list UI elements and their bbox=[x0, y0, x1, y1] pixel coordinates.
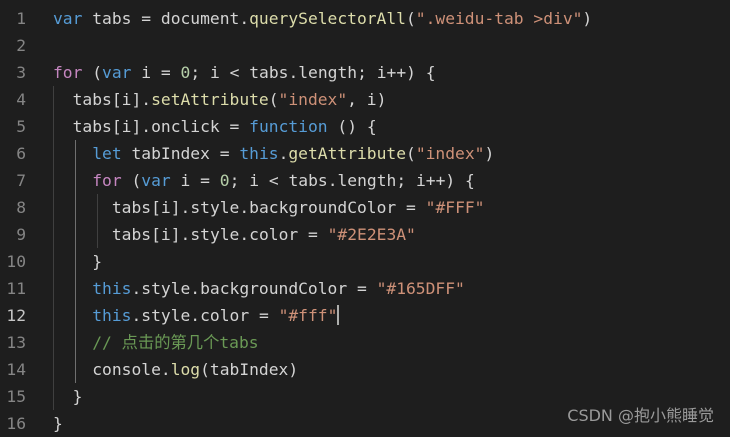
code-line[interactable]: 14 console.log(tabIndex) bbox=[0, 356, 730, 383]
code-text: } bbox=[72, 387, 83, 406]
line-number: 2 bbox=[16, 36, 26, 55]
line-number: 11 bbox=[6, 279, 26, 298]
code-line[interactable]: 3 for (var i = 0; i < tabs.length; i++) { bbox=[0, 59, 730, 86]
line-number: 1 bbox=[16, 9, 26, 28]
line-number: 4 bbox=[16, 90, 26, 109]
line-number: 9 bbox=[16, 225, 26, 244]
line-number: 13 bbox=[6, 333, 26, 352]
code-text: tabs[i].style.color = "#2E2E3A" bbox=[111, 225, 416, 244]
code-line[interactable]: 8 tabs[i].style.backgroundColor = "#FFF" bbox=[0, 194, 730, 221]
code-line[interactable]: 10 } bbox=[0, 248, 730, 275]
line-number: 16 bbox=[6, 414, 26, 433]
line-number: 12 bbox=[6, 306, 26, 325]
code-line[interactable]: 5 tabs[i].onclick = function () { bbox=[0, 113, 730, 140]
code-line[interactable]: 7 for (var i = 0; i < tabs.length; i++) … bbox=[0, 167, 730, 194]
line-number: 15 bbox=[6, 387, 26, 406]
code-text: } bbox=[92, 252, 103, 271]
code-text: this.style.color = "#fff" bbox=[92, 305, 340, 325]
code-text: for (var i = 0; i < tabs.length; i++) { bbox=[53, 63, 436, 82]
code-text: console.log(tabIndex) bbox=[92, 360, 299, 379]
code-line[interactable]: 2 bbox=[0, 32, 730, 59]
line-number: 10 bbox=[6, 252, 26, 271]
line-number: 6 bbox=[16, 144, 26, 163]
code-editor[interactable]: 1 var tabs = document.querySelectorAll(".… bbox=[0, 5, 730, 437]
code-line[interactable]: 12 this.style.color = "#fff" bbox=[0, 302, 730, 329]
code-line[interactable]: 13 // 点击的第几个tabs bbox=[0, 329, 730, 356]
code-text: this.style.backgroundColor = "#165DFF" bbox=[92, 279, 465, 298]
line-number: 8 bbox=[16, 198, 26, 217]
code-text: var tabs = document.querySelectorAll(".w… bbox=[53, 9, 593, 28]
code-text: // 点击的第几个tabs bbox=[92, 333, 259, 352]
text-cursor bbox=[337, 305, 340, 325]
line-number: 7 bbox=[16, 171, 26, 190]
code-text: } bbox=[53, 414, 63, 433]
code-line[interactable]: 1 var tabs = document.querySelectorAll(".… bbox=[0, 5, 730, 32]
line-number: 5 bbox=[16, 117, 26, 136]
code-text: tabs[i].onclick = function () { bbox=[72, 117, 377, 136]
code-text: tabs[i].style.backgroundColor = "#FFF" bbox=[111, 198, 485, 217]
code-line[interactable]: 6 let tabIndex = this.getAttribute("inde… bbox=[0, 140, 730, 167]
code-text: for (var i = 0; i < tabs.length; i++) { bbox=[92, 171, 475, 190]
code-line[interactable]: 11 this.style.backgroundColor = "#165DFF… bbox=[0, 275, 730, 302]
code-text: tabs[i].setAttribute("index", i) bbox=[72, 90, 387, 109]
code-text: let tabIndex = this.getAttribute("index"… bbox=[92, 144, 495, 163]
line-number: 14 bbox=[6, 360, 26, 379]
code-line[interactable]: 4 tabs[i].setAttribute("index", i) bbox=[0, 86, 730, 113]
line-number: 3 bbox=[16, 63, 26, 82]
watermark: CSDN @抱小熊睡觉 bbox=[567, 406, 714, 425]
code-line[interactable]: 9 tabs[i].style.color = "#2E2E3A" bbox=[0, 221, 730, 248]
